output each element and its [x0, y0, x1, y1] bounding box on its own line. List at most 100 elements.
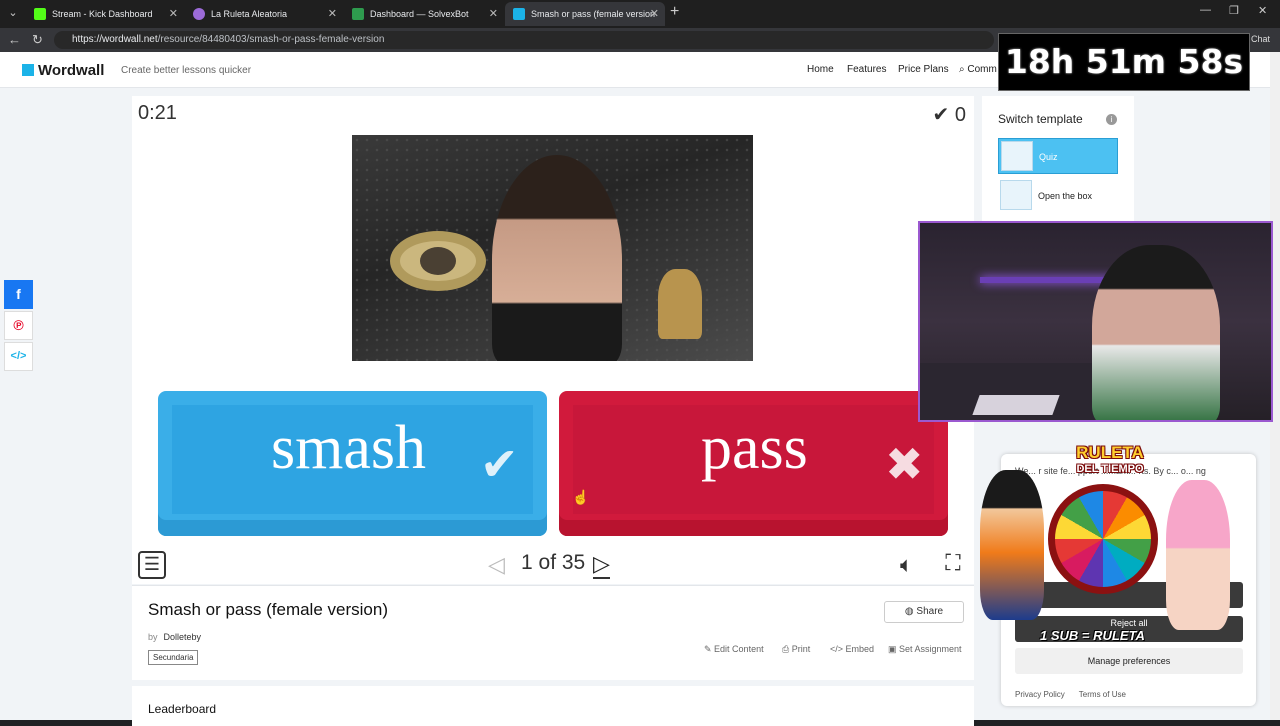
resource-title: Smash or pass (female version): [148, 600, 388, 619]
question-counter: 1 of 35: [521, 551, 586, 574]
template-label: Open the box: [1038, 191, 1093, 201]
close-tab-icon[interactable]: ✕: [650, 2, 659, 26]
wordwall-favicon-icon: [513, 8, 525, 20]
embed-label: Embed: [845, 644, 875, 654]
reload-icon[interactable]: ↻: [32, 32, 43, 48]
edit-content-link[interactable]: ✎ Edit Content: [704, 644, 764, 655]
quiz-timer: 0:21: [138, 102, 177, 124]
ruleta-sub-text: 1 SUB = RULETA: [1040, 628, 1145, 643]
fullscreen-icon[interactable]: ⛶: [940, 550, 966, 576]
resource-author: by Dolleteby: [148, 632, 201, 642]
code-icon: </>: [830, 644, 846, 654]
sound-icon[interactable]: 🔈︎: [900, 552, 913, 578]
smash-answer-button[interactable]: smash ✔: [158, 391, 547, 536]
switch-template-panel: Switch template i Quiz Open the box: [982, 96, 1134, 226]
cross-icon: ✖: [885, 438, 924, 490]
cbs-logo: [390, 231, 486, 291]
pinterest-share-icon[interactable]: ℗: [4, 311, 33, 340]
nav-features[interactable]: Features: [847, 64, 886, 75]
template-open-the-box[interactable]: Open the box: [998, 178, 1118, 214]
chat-button[interactable]: Chat: [1251, 34, 1270, 44]
cookie-links: Privacy Policy Terms of Use: [1015, 690, 1126, 699]
back-icon[interactable]: ←: [8, 32, 21, 47]
browser-tab-bar: ⌄ Stream - Kick Dashboard ✕ La Ruleta Al…: [0, 0, 1280, 28]
template-quiz[interactable]: Quiz: [998, 138, 1118, 174]
score-value: 0: [954, 104, 966, 126]
tab-solvexbot[interactable]: Dashboard — SolvexBot ✕: [344, 2, 504, 26]
streamer: [1092, 245, 1220, 420]
share-label: Share: [916, 606, 944, 617]
logo-text: Wordwall: [38, 62, 105, 79]
quiz-thumbnail-icon: [1001, 141, 1033, 171]
pass-answer-button[interactable]: pass ✖: [559, 391, 948, 536]
solvexbot-favicon-icon: [352, 8, 364, 20]
privacy-policy-link[interactable]: Privacy Policy: [1015, 690, 1065, 699]
by-label: by: [148, 632, 158, 642]
ruleta-title: RULETA DEL TIEMPO: [1050, 444, 1170, 478]
nav-price-plans[interactable]: Price Plans: [898, 64, 949, 75]
embed-link[interactable]: </> Embed: [830, 644, 874, 654]
previous-question-icon[interactable]: ◁: [488, 552, 505, 578]
author-link[interactable]: Dolleteby: [164, 632, 202, 642]
edit-content-label: Edit Content: [714, 644, 764, 654]
embed-share-icon[interactable]: </>: [4, 342, 33, 371]
print-label: Print: [791, 644, 811, 654]
tagline: Create better lessons quicker: [121, 65, 252, 76]
restore-icon[interactable]: ❐: [1229, 4, 1239, 17]
kick-favicon-icon: [34, 8, 46, 20]
ruleta-favicon-icon: [193, 8, 205, 20]
print-link[interactable]: ⎙ Print: [782, 644, 810, 655]
ruleta-subtitle: DEL TIEMPO: [1076, 463, 1144, 475]
grammy-trophy: [658, 269, 702, 339]
manage-preferences-button[interactable]: Manage preferences: [1015, 648, 1243, 674]
leaderboard-section: Leaderboard: [132, 686, 974, 726]
ruleta-overlay: RULETA DEL TIEMPO 1 SUB = RULETA: [980, 440, 1255, 650]
tab-ruleta[interactable]: La Ruleta Aleatoria ✕: [185, 2, 343, 26]
anime-character: [1166, 480, 1230, 630]
nav-community[interactable]: ⌕ Comm: [959, 64, 997, 75]
pencil-icon: ✎: [704, 644, 715, 654]
tab-kick-dashboard[interactable]: Stream - Kick Dashboard ✕: [26, 2, 184, 26]
stream-countdown-overlay: 18h 51m 58s: [998, 33, 1250, 91]
close-tab-icon[interactable]: ✕: [169, 2, 178, 26]
next-question-icon[interactable]: ▷: [593, 551, 610, 579]
nav-home[interactable]: Home: [807, 64, 834, 75]
quiz-score: ✔ 0: [933, 102, 966, 127]
close-tab-icon[interactable]: ✕: [489, 2, 498, 26]
resource-info: Smash or pass (female version) by Dollete…: [132, 585, 974, 680]
template-label: Quiz: [1039, 152, 1058, 162]
url-path: /resource/84480403/smash-or-pass-female-…: [157, 34, 385, 45]
close-tab-icon[interactable]: ✕: [328, 2, 337, 26]
pass-label: pass: [701, 414, 808, 482]
set-assignment-link[interactable]: ▣ Set Assignment: [888, 644, 962, 655]
smash-label: smash: [271, 414, 426, 482]
tab-title: Smash or pass (female version: [531, 9, 656, 19]
assignment-icon: ▣: [888, 644, 900, 654]
wordwall-logo[interactable]: Wordwall: [22, 62, 104, 79]
tab-title: Stream - Kick Dashboard: [52, 9, 153, 19]
woman-photo: [492, 155, 622, 361]
printer-icon: ⎙: [782, 644, 792, 654]
ruleta-title-text: RULETA: [1076, 443, 1144, 462]
url-host: https://wordwall.net: [72, 34, 158, 45]
tab-title: La Ruleta Aleatoria: [211, 9, 288, 19]
resource-tag[interactable]: Secundaria: [148, 650, 199, 665]
open-box-thumbnail-icon: [1000, 180, 1032, 210]
tab-wordwall[interactable]: Smash or pass (female version ✕: [505, 2, 665, 26]
facebook-share-icon[interactable]: f: [4, 280, 33, 309]
tab-title: Dashboard — SolvexBot: [370, 9, 469, 19]
share-button[interactable]: ◍ Share: [884, 601, 964, 623]
goku-character: [980, 470, 1044, 620]
terms-of-use-link[interactable]: Terms of Use: [1079, 690, 1126, 699]
check-icon: ✔: [480, 438, 519, 490]
tab-search-icon[interactable]: ⌄: [4, 4, 22, 22]
activity-menu-icon[interactable]: ☰: [138, 551, 166, 579]
new-tab-icon[interactable]: +: [670, 3, 679, 21]
wordwall-logo-icon: [22, 64, 34, 76]
close-window-icon[interactable]: ✕: [1258, 4, 1267, 17]
info-icon[interactable]: i: [1106, 114, 1117, 125]
prize-wheel-icon: [1048, 484, 1158, 594]
keyboard: [972, 395, 1060, 415]
address-bar[interactable]: https://wordwall.net/resource/84480403/s…: [54, 31, 994, 49]
minimize-icon[interactable]: —: [1200, 4, 1211, 16]
